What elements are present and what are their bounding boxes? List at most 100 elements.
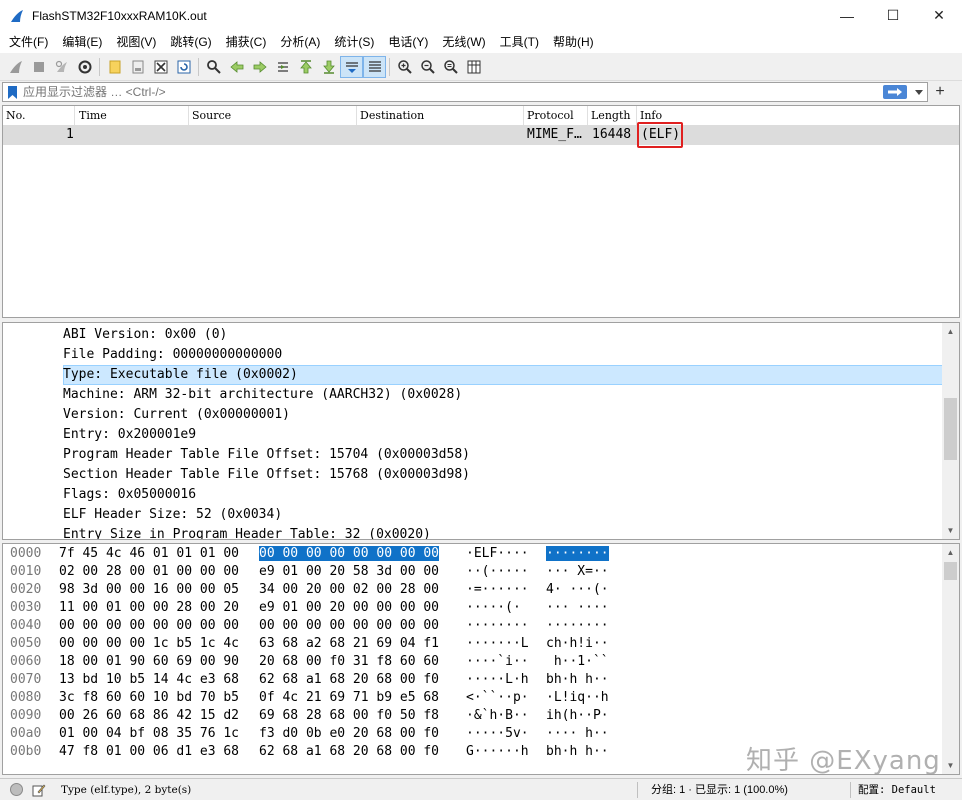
byte-ascii-group[interactable]: ····`i·· [466, 653, 529, 671]
reload-file-button[interactable] [172, 56, 195, 78]
scrollbar-thumb[interactable] [944, 562, 957, 580]
expert-info-icon[interactable] [10, 783, 23, 796]
menu-tools[interactable]: 工具(T) [493, 31, 546, 53]
last-packet-button[interactable] [317, 56, 340, 78]
byte-hex-group[interactable]: f3 d0 0b e0 20 68 00 f0 [259, 725, 439, 743]
menu-capture[interactable]: 捕获(C) [219, 31, 274, 53]
byte-hex-group[interactable]: 02 00 28 00 01 00 00 00 [59, 563, 239, 581]
byte-row[interactable]: 0080 3c f8 60 60 10 bd 70 b5 0f 4c 21 69 7… [3, 689, 933, 707]
normal-size-button[interactable] [439, 56, 462, 78]
apply-filter-button[interactable] [883, 85, 907, 99]
save-file-button[interactable] [126, 56, 149, 78]
byte-ascii-group[interactable]: ·L!iq··h [546, 689, 609, 707]
byte-ascii-group[interactable]: ···· h·· [546, 725, 609, 743]
detail-line-selected[interactable]: Type: Executable file (0x0002) [63, 365, 298, 385]
detail-line[interactable]: Entry: 0x200001e9 [63, 425, 196, 445]
byte-row[interactable]: 0090 00 26 60 68 86 42 15 d2 69 68 28 68 0… [3, 707, 933, 725]
column-protocol[interactable]: Protocol [524, 106, 588, 125]
menu-edit[interactable]: 编辑(E) [55, 31, 109, 53]
close-button[interactable]: ✕ [916, 0, 962, 31]
byte-hex-group[interactable]: 18 00 01 90 60 69 00 90 [59, 653, 239, 671]
go-to-packet-button[interactable] [271, 56, 294, 78]
menu-file[interactable]: 文件(F) [2, 31, 55, 53]
byte-ascii-group[interactable]: <·``··p· [466, 689, 529, 707]
stop-capture-button[interactable] [27, 56, 50, 78]
byte-hex-group[interactable]: 98 3d 00 00 16 00 00 05 [59, 581, 239, 599]
byte-row[interactable]: 0010 02 00 28 00 01 00 00 00 e9 01 00 20 5… [3, 563, 933, 581]
byte-ascii-group[interactable]: ········ [546, 617, 609, 635]
packet-row[interactable]: 1 MIME_F… 16448 (ELF) [3, 125, 959, 145]
byte-hex-group[interactable]: 34 00 20 00 02 00 28 00 [259, 581, 439, 599]
find-packet-button[interactable] [202, 56, 225, 78]
column-no[interactable]: No. [3, 106, 75, 125]
detail-line[interactable]: Version: Current (0x00000001) [63, 405, 290, 425]
byte-row[interactable]: 0070 13 bd 10 b5 14 4c e3 68 62 68 a1 68 2… [3, 671, 933, 689]
menu-view[interactable]: 视图(V) [109, 31, 163, 53]
bookmark-icon[interactable] [5, 83, 19, 101]
byte-row[interactable]: 0050 00 00 00 00 1c b5 1c 4c 63 68 a2 68 2… [3, 635, 933, 653]
go-forward-button[interactable] [248, 56, 271, 78]
go-back-button[interactable] [225, 56, 248, 78]
byte-hex-group[interactable]: e9 01 00 20 00 00 00 00 [259, 599, 439, 617]
byte-ascii-group[interactable]: G······h [466, 743, 529, 761]
byte-hex-group[interactable]: 7f 45 4c 46 01 01 01 00 [59, 545, 239, 563]
menu-help[interactable]: 帮助(H) [546, 31, 601, 53]
colorize-button[interactable] [363, 55, 386, 78]
byte-ascii-group[interactable]: ch·h!i·· [546, 635, 609, 653]
detail-line[interactable]: ELF Header Size: 52 (0x0034) [63, 505, 282, 525]
capture-options-button[interactable] [73, 56, 96, 78]
detail-line[interactable]: Flags: 0x05000016 [63, 485, 196, 505]
detail-line[interactable]: Entry Size in Program Header Table: 32 (… [63, 525, 431, 539]
display-filter-input[interactable] [19, 83, 883, 101]
scroll-down-arrow-icon[interactable]: ▼ [942, 757, 959, 774]
autoscroll-button[interactable] [340, 55, 363, 78]
filter-history-dropdown[interactable] [911, 89, 927, 95]
detail-line[interactable]: File Padding: 00000000000000 [63, 345, 282, 365]
byte-row[interactable]: 0030 11 00 01 00 00 28 00 20 e9 01 00 20 0… [3, 599, 933, 617]
menu-go[interactable]: 跳转(G) [163, 31, 218, 53]
byte-ascii-group[interactable]: ··· X=·· [546, 563, 609, 581]
zoom-in-button[interactable] [393, 56, 416, 78]
byte-row[interactable]: 0040 00 00 00 00 00 00 00 00 00 00 00 00 0… [3, 617, 933, 635]
byte-row[interactable]: 0000 7f 45 4c 46 01 01 01 00 00 00 00 00 0… [3, 545, 933, 563]
details-scrollbar[interactable]: ▲ ▼ [942, 323, 959, 539]
column-destination[interactable]: Destination [357, 106, 524, 125]
byte-ascii-group[interactable]: ··· ···· [546, 599, 609, 617]
byte-row[interactable]: 0020 98 3d 00 00 16 00 00 05 34 00 20 00 0… [3, 581, 933, 599]
column-length[interactable]: Length [588, 106, 637, 125]
first-packet-button[interactable] [294, 56, 317, 78]
column-source[interactable]: Source [189, 106, 357, 125]
byte-ascii-group[interactable]: ·ELF···· [466, 545, 529, 563]
add-filter-button[interactable]: + [932, 82, 948, 102]
menu-statistics[interactable]: 统计(S) [327, 31, 381, 53]
resize-columns-button[interactable] [462, 56, 485, 78]
byte-hex-group[interactable]: 00 00 00 00 00 00 00 00 [259, 545, 440, 563]
byte-ascii-group[interactable]: ·····5v· [466, 725, 529, 743]
byte-hex-group[interactable]: 11 00 01 00 00 28 00 20 [59, 599, 239, 617]
column-info[interactable]: Info [637, 106, 959, 125]
byte-hex-group[interactable]: 3c f8 60 60 10 bd 70 b5 [59, 689, 239, 707]
column-time[interactable]: Time [76, 106, 189, 125]
byte-ascii-group[interactable]: ·=······ [466, 581, 529, 599]
menu-wireless[interactable]: 无线(W) [435, 31, 492, 53]
byte-hex-group[interactable]: 00 00 00 00 00 00 00 00 [259, 617, 439, 635]
byte-ascii-group[interactable]: ·······L [466, 635, 529, 653]
byte-ascii-group[interactable]: 4· ···(· [546, 581, 609, 599]
capture-comment-icon[interactable] [31, 783, 47, 797]
byte-ascii-group[interactable]: ··(····· [466, 563, 529, 581]
byte-ascii-group[interactable]: ········ [466, 617, 529, 635]
open-file-button[interactable] [103, 56, 126, 78]
menu-analyze[interactable]: 分析(A) [273, 31, 327, 53]
scroll-up-arrow-icon[interactable]: ▲ [942, 544, 959, 561]
zoom-out-button[interactable] [416, 56, 439, 78]
byte-hex-group[interactable]: 13 bd 10 b5 14 4c e3 68 [59, 671, 239, 689]
byte-ascii-group[interactable]: ·····(· [466, 599, 529, 617]
byte-ascii-group[interactable]: ih(h··P· [546, 707, 609, 725]
detail-line[interactable]: Program Header Table File Offset: 15704 … [63, 445, 470, 465]
byte-ascii-group[interactable]: ·&`h·B·· [466, 707, 529, 725]
byte-hex-group[interactable]: 47 f8 01 00 06 d1 e3 68 [59, 743, 239, 761]
detail-line[interactable]: ABI Version: 0x00 (0) [63, 325, 227, 345]
byte-ascii-group[interactable]: ········ [546, 545, 609, 563]
byte-hex-group[interactable]: 62 68 a1 68 20 68 00 f0 [259, 671, 439, 689]
scroll-down-arrow-icon[interactable]: ▼ [942, 522, 959, 539]
